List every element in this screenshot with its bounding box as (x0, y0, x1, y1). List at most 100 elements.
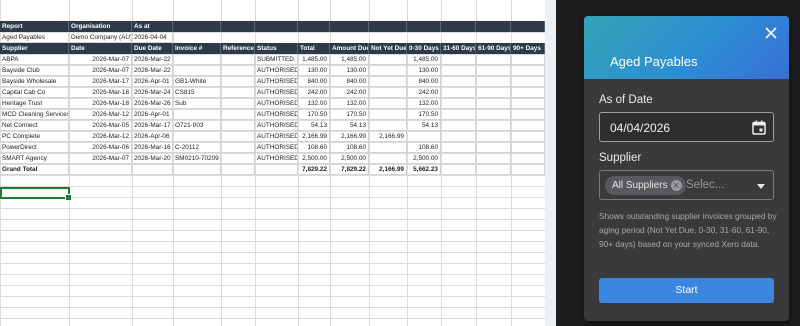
table-cell[interactable] (476, 109, 511, 120)
table-cell[interactable]: 170.50 (330, 109, 369, 120)
table-cell[interactable] (511, 65, 545, 76)
table-cell[interactable]: 2,166.99 (330, 131, 369, 142)
table-cell[interactable]: SMART Agency (0, 153, 69, 164)
table-cell[interactable]: 2026-Mar-16 (132, 142, 173, 153)
table-cell[interactable] (221, 21, 255, 32)
table-cell[interactable]: 170.50 (407, 109, 441, 120)
table-cell[interactable]: Aged Payables (0, 32, 69, 43)
table-cell[interactable]: 130.00 (407, 65, 441, 76)
table-cell[interactable]: Date (69, 43, 132, 54)
table-cell[interactable]: 2026-Mar-22 (132, 65, 173, 76)
table-cell[interactable]: 2,166.99 (369, 131, 407, 142)
table-cell[interactable]: 2026-Mar-07 (69, 65, 132, 76)
table-cell[interactable]: GB1-White (173, 76, 221, 87)
table-cell[interactable]: 242.00 (407, 87, 441, 98)
table-cell[interactable] (441, 65, 476, 76)
table-cell[interactable] (221, 153, 255, 164)
table-cell[interactable]: 7,829.22 (298, 164, 330, 175)
table-cell[interactable] (173, 131, 221, 142)
supplier-select[interactable]: All Suppliers ✕ Selec... (599, 170, 774, 200)
table-cell[interactable] (476, 87, 511, 98)
table-cell[interactable] (173, 65, 221, 76)
table-cell[interactable]: 242.00 (330, 87, 369, 98)
table-cell[interactable] (369, 142, 407, 153)
table-cell[interactable] (511, 142, 545, 153)
table-cell[interactable] (476, 120, 511, 131)
table-cell[interactable]: 90+ Days (511, 43, 545, 54)
table-cell[interactable]: 2,500.00 (330, 153, 369, 164)
table-cell[interactable] (221, 142, 255, 153)
table-cell[interactable]: 840.00 (407, 76, 441, 87)
table-cell[interactable]: 2026-Mar-12 (69, 131, 132, 142)
table-cell[interactable]: O721-003 (173, 120, 221, 131)
table-cell[interactable]: AUTHORISED (255, 98, 298, 109)
table-cell[interactable] (369, 65, 407, 76)
table-cell[interactable]: 132.00 (330, 98, 369, 109)
table-cell[interactable]: Invoice # (173, 43, 221, 54)
table-cell[interactable] (476, 142, 511, 153)
table-cell[interactable]: 2026-Apr-06 (132, 131, 173, 142)
table-cell[interactable]: As at (132, 21, 173, 32)
table-cell[interactable] (221, 54, 255, 65)
table-cell[interactable]: 2026-Mar-24 (132, 87, 173, 98)
table-cell[interactable]: PC Complete (0, 131, 69, 142)
table-cell[interactable] (407, 131, 441, 142)
table-cell[interactable] (511, 54, 545, 65)
table-cell[interactable]: AUTHORISED (255, 142, 298, 153)
table-cell[interactable] (369, 120, 407, 131)
table-cell[interactable] (476, 54, 511, 65)
table-cell[interactable]: 2026-Mar-20 (132, 153, 173, 164)
table-cell[interactable]: 2026-Apr-01 (132, 109, 173, 120)
table-cell[interactable]: SUBMITTED (255, 54, 298, 65)
table-cell[interactable] (173, 21, 221, 32)
table-cell[interactable]: 2026-Mar-26 (132, 98, 173, 109)
table-cell[interactable] (369, 98, 407, 109)
table-cell[interactable]: Amount Due (330, 43, 369, 54)
table-cell[interactable] (511, 120, 545, 131)
table-cell[interactable]: MCD Cleaning Services (0, 109, 69, 120)
table-cell[interactable]: Demo Company (AU) (69, 32, 132, 43)
table-cell[interactable]: 0-30 Days (407, 43, 441, 54)
table-cell[interactable] (476, 153, 511, 164)
table-cell[interactable] (407, 21, 441, 32)
table-cell[interactable] (476, 131, 511, 142)
table-cell[interactable]: Report (0, 21, 69, 32)
table-cell[interactable]: 54.13 (330, 120, 369, 131)
table-cell[interactable]: AUTHORISED (255, 76, 298, 87)
table-cell[interactable]: 130.00 (298, 65, 330, 76)
table-cell[interactable] (441, 131, 476, 142)
table-cell[interactable]: 7,829.22 (330, 164, 369, 175)
close-icon[interactable] (764, 26, 778, 40)
table-cell[interactable]: Net Connect (0, 120, 69, 131)
table-cell[interactable]: 2026-Mar-18 (69, 87, 132, 98)
table-cell[interactable]: AUTHORISED (255, 87, 298, 98)
table-cell[interactable] (255, 164, 298, 175)
chip-remove-icon[interactable]: ✕ (670, 180, 682, 191)
table-cell[interactable] (369, 76, 407, 87)
table-cell[interactable]: AUTHORISED (255, 131, 298, 142)
table-cell[interactable] (476, 21, 511, 32)
table-cell[interactable] (511, 109, 545, 120)
table-cell[interactable] (221, 109, 255, 120)
table-cell[interactable]: 130.00 (330, 65, 369, 76)
table-cell[interactable]: 2026-Mar-12 (69, 109, 132, 120)
table-cell[interactable]: ABPA (0, 54, 69, 65)
table-cell[interactable]: 2,500.00 (407, 153, 441, 164)
table-cell[interactable]: 2026-Mar-22 (132, 54, 173, 65)
table-cell[interactable]: Due Date (132, 43, 173, 54)
table-cell[interactable]: 132.00 (298, 98, 330, 109)
table-cell[interactable] (221, 65, 255, 76)
table-cell[interactable] (511, 164, 545, 175)
table-cell[interactable] (511, 131, 545, 142)
as-of-date-input[interactable]: 04/04/2026 (599, 112, 774, 142)
table-cell[interactable] (369, 54, 407, 65)
table-cell[interactable]: 54.13 (298, 120, 330, 131)
table-cell[interactable] (511, 87, 545, 98)
table-cell[interactable] (330, 21, 369, 32)
table-cell[interactable]: 2,166.99 (369, 164, 407, 175)
table-cell[interactable]: 170.50 (298, 109, 330, 120)
table-cell[interactable]: Supplier (0, 43, 69, 54)
table-cell[interactable] (173, 54, 221, 65)
table-cell[interactable]: Heritage Trust (0, 98, 69, 109)
table-cell[interactable] (511, 153, 545, 164)
